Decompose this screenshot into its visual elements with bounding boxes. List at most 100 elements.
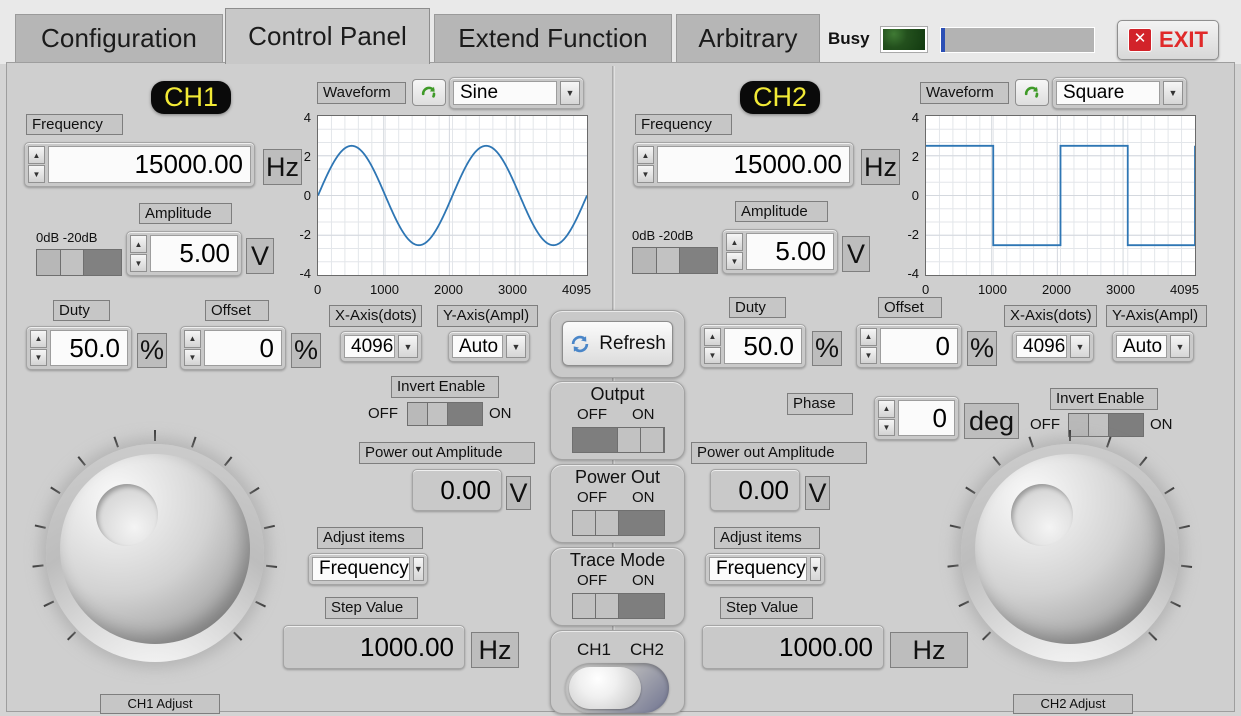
- ch1-yaxis-select[interactable]: Auto ▼: [448, 331, 530, 362]
- ch2-waveform-select[interactable]: Square ▼: [1052, 77, 1187, 109]
- knob-tick: [154, 430, 156, 441]
- ch2-xtick-0: 0: [922, 282, 930, 297]
- chevron-down-icon[interactable]: ▼: [1170, 335, 1190, 358]
- ch1-offset-spin[interactable]: ▲ ▼: [184, 330, 201, 366]
- ch1-powerout-amplitude-box[interactable]: 0.00: [412, 469, 502, 511]
- ch1-xaxis-value[interactable]: 4096: [344, 335, 395, 358]
- ch2-frequency-stepper[interactable]: ▲ ▼ 15000.00: [633, 142, 854, 187]
- ch1-waveform-select[interactable]: Sine ▼: [449, 77, 584, 109]
- ch2-adjust-items-value[interactable]: Frequency: [709, 557, 807, 581]
- chevron-down-icon[interactable]: ▼: [1070, 335, 1090, 358]
- ch2-adjust-items-select[interactable]: Frequency ▼: [705, 553, 825, 585]
- ch2-attenuation-switch[interactable]: [632, 247, 718, 274]
- ch1-amplitude-value[interactable]: 5.00: [150, 235, 238, 272]
- ch2-duty-label: Duty: [729, 297, 786, 318]
- refresh-button[interactable]: Refresh: [562, 321, 673, 366]
- ch1-frequency-spin[interactable]: ▲ ▼: [28, 146, 45, 183]
- powerout-off-label: OFF: [577, 489, 607, 506]
- ch2-duty-value[interactable]: 50.0: [724, 328, 802, 364]
- ch1-invert-switch[interactable]: [407, 402, 483, 426]
- ch1-amplitude-stepper[interactable]: ▲ ▼ 5.00: [126, 231, 242, 276]
- output-off-label: OFF: [577, 406, 607, 423]
- ch1-frequency-value[interactable]: 15000.00: [48, 146, 251, 183]
- ch1-xaxis-select[interactable]: 4096 ▼: [340, 331, 422, 362]
- exit-button-label: EXIT: [1159, 27, 1208, 52]
- ch2-step-value[interactable]: 1000.00: [706, 629, 880, 665]
- ch1-invert-off-label: OFF: [368, 405, 398, 422]
- chevron-down-icon[interactable]: ▼: [412, 557, 424, 581]
- ch2-amplitude-stepper[interactable]: ▲ ▼ 5.00: [722, 229, 838, 274]
- ch1-adjust-items-select[interactable]: Frequency ▼: [308, 553, 428, 585]
- knob-tick: [67, 631, 77, 641]
- ch2-offset-spin[interactable]: ▲ ▼: [860, 328, 877, 364]
- ch1-duty-stepper[interactable]: ▲ ▼ 50.0: [26, 326, 132, 370]
- ch1-attenuation-switch[interactable]: [36, 249, 122, 276]
- knob-tick: [958, 600, 970, 608]
- ch2-waveform-value[interactable]: Square: [1056, 81, 1160, 105]
- output-switch[interactable]: [572, 427, 665, 453]
- ch1-offset-stepper[interactable]: ▲ ▼ 0: [180, 326, 286, 370]
- ch2-frequency-value[interactable]: 15000.00: [657, 146, 850, 183]
- ch2-offset-stepper[interactable]: ▲ ▼ 0: [856, 324, 962, 368]
- exit-button[interactable]: ✕ EXIT: [1117, 20, 1219, 60]
- ch1-duty-value[interactable]: 50.0: [50, 330, 128, 366]
- tab-configuration[interactable]: Configuration: [15, 14, 223, 62]
- ch2-offset-unit: %: [967, 331, 997, 366]
- ch2-powerout-amplitude-box[interactable]: 0.00: [710, 469, 800, 511]
- ch1-xaxis-label: X-Axis(dots): [329, 305, 422, 327]
- ch1-step-value-box[interactable]: 1000.00: [283, 625, 465, 669]
- ch2-waveform-refresh-icon[interactable]: [1015, 79, 1049, 106]
- ch1-amplitude-spin[interactable]: ▲ ▼: [130, 235, 147, 272]
- ch1-step-unit: Hz: [471, 632, 519, 668]
- ch2-frequency-unit: Hz: [861, 149, 900, 185]
- powerout-title: Power Out: [574, 467, 661, 487]
- trace-mode-switch[interactable]: [572, 593, 665, 619]
- ch1-ytick-0: 0: [303, 188, 311, 203]
- chevron-down-icon[interactable]: ▼: [506, 335, 526, 358]
- progress-bar: [940, 27, 1095, 53]
- chevron-down-icon[interactable]: ▼: [560, 81, 580, 105]
- ch1-adjust-knob[interactable]: [30, 428, 280, 678]
- knob-tick: [266, 564, 278, 568]
- ch2-amplitude-spin[interactable]: ▲ ▼: [726, 233, 743, 270]
- ch2-duty-spin[interactable]: ▲ ▼: [704, 328, 721, 364]
- ch2-xaxis-value[interactable]: 4096: [1016, 335, 1067, 358]
- ch2-powerout-amplitude-value[interactable]: 0.00: [714, 473, 796, 507]
- ch1-offset-value[interactable]: 0: [204, 330, 282, 366]
- ch1-powerout-amplitude-value[interactable]: 0.00: [416, 473, 498, 507]
- ch2-phase-spin[interactable]: ▲ ▼: [878, 400, 895, 436]
- ch1-adjust-items-value[interactable]: Frequency: [312, 557, 410, 581]
- ch1-step-value[interactable]: 1000.00: [287, 629, 461, 665]
- output-title: Output: [590, 384, 645, 404]
- ch1-yaxis-value[interactable]: Auto: [452, 335, 503, 358]
- ch2-xaxis-select[interactable]: 4096 ▼: [1012, 331, 1094, 362]
- ch2-frequency-spin[interactable]: ▲ ▼: [637, 146, 654, 183]
- ch1-duty-unit: %: [137, 333, 167, 368]
- ch1-duty-spin[interactable]: ▲ ▼: [30, 330, 47, 366]
- ch1-waveform-refresh-icon[interactable]: [412, 79, 446, 106]
- ch2-amplitude-value[interactable]: 5.00: [746, 233, 834, 270]
- ch2-ytick-neg2: -2: [907, 227, 919, 242]
- ch1-frequency-stepper[interactable]: ▲ ▼ 15000.00: [24, 142, 255, 187]
- ch2-duty-stepper[interactable]: ▲ ▼ 50.0: [700, 324, 806, 368]
- channel-select-rocker[interactable]: [565, 663, 669, 713]
- tab-extend-function[interactable]: Extend Function: [434, 14, 672, 62]
- powerout-switch[interactable]: [572, 510, 665, 536]
- tab-control-panel[interactable]: Control Panel: [225, 8, 430, 64]
- tab-arbitrary[interactable]: Arbitrary: [676, 14, 820, 62]
- ch1-waveform-value[interactable]: Sine: [453, 81, 557, 105]
- ch2-waveform-chart: [925, 115, 1196, 276]
- tab-arbitrary-label: Arbitrary: [698, 23, 798, 53]
- ch2-yaxis-select[interactable]: Auto ▼: [1112, 331, 1194, 362]
- chevron-down-icon[interactable]: ▼: [1163, 81, 1183, 105]
- ch2-adjust-knob[interactable]: [945, 428, 1195, 678]
- ch2-yaxis-value[interactable]: Auto: [1116, 335, 1167, 358]
- ch2-offset-value[interactable]: 0: [880, 328, 958, 364]
- ch2-step-value-box[interactable]: 1000.00: [702, 625, 884, 669]
- ch2-ytick-2: 2: [911, 149, 919, 164]
- trace-mode-off-label: OFF: [577, 572, 607, 589]
- chevron-down-icon[interactable]: ▼: [809, 557, 821, 581]
- refresh-button-label: Refresh: [599, 332, 666, 354]
- ch1-atten-labels: 0dB -20dB: [36, 229, 122, 249]
- chevron-down-icon[interactable]: ▼: [398, 335, 418, 358]
